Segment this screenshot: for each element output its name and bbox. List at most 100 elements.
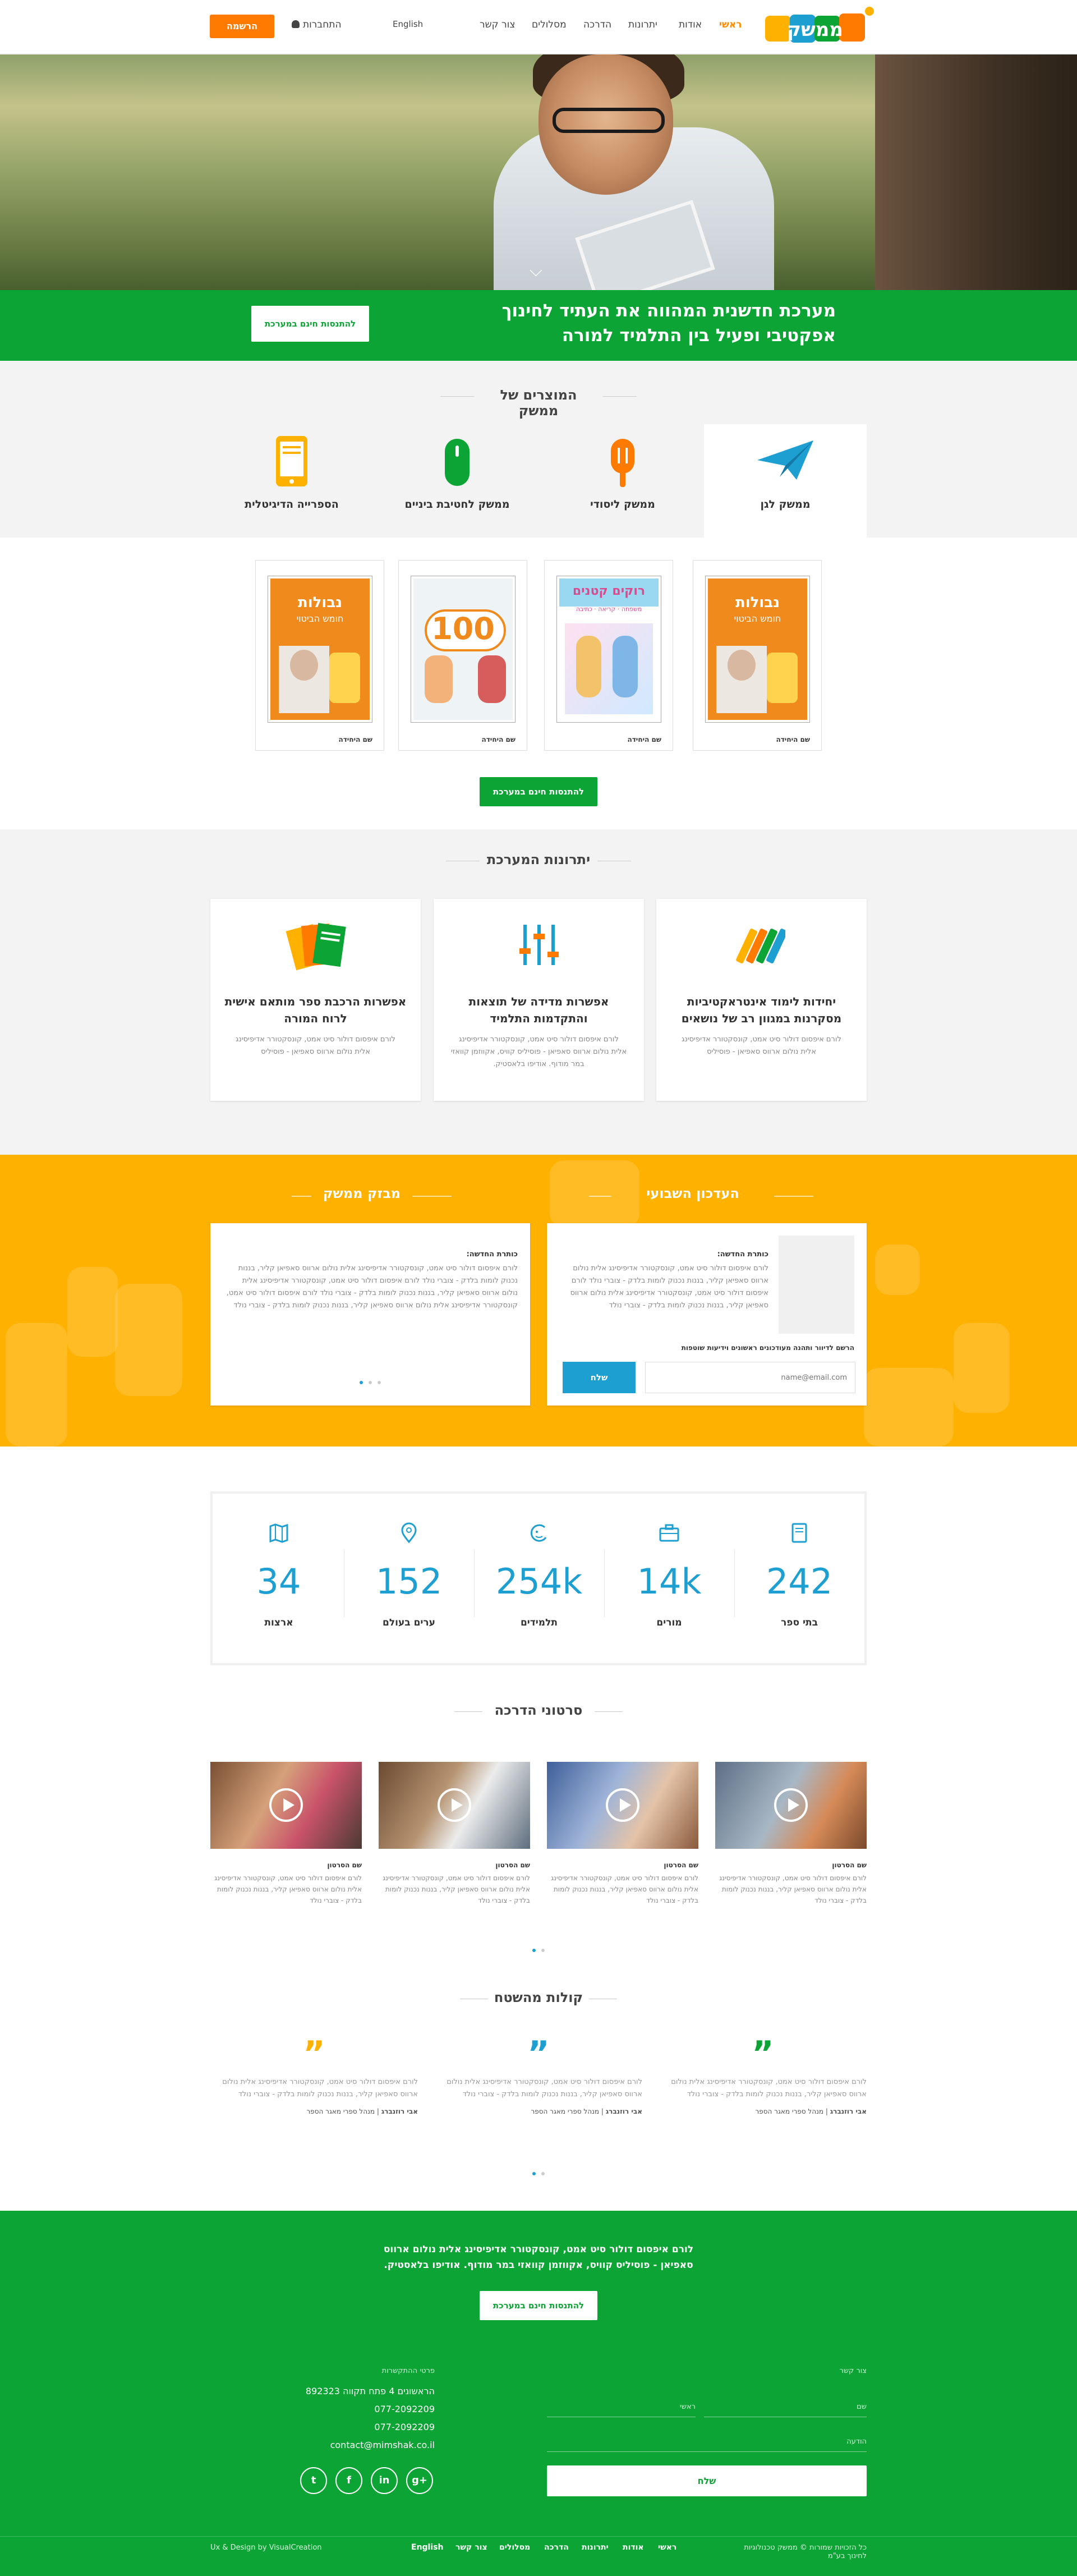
facebook-icon[interactable]: f: [335, 2467, 362, 2494]
sliders-icon: [518, 922, 560, 967]
footer-cta-button[interactable]: להתנסות חינם במערכת: [480, 2291, 597, 2320]
stat-value: 14k: [637, 1561, 702, 1602]
nav-contact[interactable]: צור קשר: [480, 19, 515, 30]
linkedin-icon[interactable]: in: [371, 2467, 398, 2494]
video-description: לורם איפסום דולור סיט אמט, קונסקטורר אדי…: [719, 1874, 867, 1904]
login-link[interactable]: התחברות: [292, 19, 342, 30]
product-middle-school[interactable]: ממשק לחטיבת ביניים: [381, 498, 533, 511]
footer-nav-tracks[interactable]: מסלולים: [499, 2543, 530, 2552]
email-field[interactable]: ראשי: [547, 2400, 696, 2417]
advantage-card: אפשרות מדידה של תוצאות והתקדמות התלמיד ל…: [434, 899, 644, 1101]
video-card[interactable]: שם הסרטון לורם איפסום דולור סיט אמט, קונ…: [715, 1762, 867, 1906]
play-icon[interactable]: [774, 1788, 808, 1822]
newsletter-send-button[interactable]: שלח: [563, 1362, 636, 1393]
newsletter-card: כותרת החדשה: לורם איפסום דולור סיט אמט, …: [547, 1223, 867, 1406]
site-logo[interactable]: ממשק: [757, 3, 881, 52]
stat-label: בתי ספר: [781, 1617, 818, 1628]
book-card[interactable]: רוקים קטנים משפחה · קריאה · כתיבה שם היח…: [544, 560, 673, 751]
briefcase-icon: [659, 1524, 679, 1542]
advantages-title: יתרונות המערכת: [486, 852, 591, 867]
video-card[interactable]: שם הסרטון לורם איפסום דולור סיט אמט, קונ…: [379, 1762, 530, 1906]
play-icon[interactable]: [269, 1788, 303, 1822]
footer-cta-line-1: לורם איפסום דולור סיט אמט, קונסקטורר אדי…: [383, 2244, 694, 2255]
google-plus-icon[interactable]: g+: [406, 2467, 433, 2494]
video-thumbnail[interactable]: [715, 1762, 867, 1849]
face-icon: [530, 1524, 547, 1542]
twitter-icon[interactable]: t: [300, 2467, 327, 2494]
news-item-title: כותרת החדשה:: [717, 1250, 768, 1259]
book-card[interactable]: נבולות חומש הביטוי שם היחידה: [255, 560, 384, 751]
video-thumbnail[interactable]: [379, 1762, 530, 1849]
spotlight-pagination[interactable]: [210, 1376, 530, 1386]
phone[interactable]: 077-2092209: [269, 2404, 435, 2414]
nav-tracks[interactable]: מסלולים: [532, 19, 567, 30]
nav-home[interactable]: ראשי: [719, 19, 742, 30]
testimonial-body: לורם איפסום דולור סיט אמט, קונסקטורר אדי…: [671, 2078, 867, 2099]
footer-cta-line-2: סאפיאן - פוסיליס קוויס, אקווזמן קוואזי ב…: [384, 2260, 693, 2271]
book-subtitle: חומש הביטוי: [734, 613, 781, 624]
products-cta-button[interactable]: להתנסות חינם במערכת: [480, 777, 597, 806]
footer-nav-training[interactable]: הדרכה: [544, 2543, 569, 2552]
hero-cta-button[interactable]: להתנסות חינם במערכת: [251, 306, 369, 342]
book-subtitle: משפחה · קריאה · כתיבה: [576, 605, 642, 613]
newsletter-title: העדכון השבועי: [646, 1186, 739, 1201]
book-card[interactable]: 100 שם היחידה: [398, 560, 527, 751]
book-icon: [791, 1523, 807, 1543]
site-header: ממשק ראשי אודות יתרונות הדרכה מסלולים צו…: [0, 0, 1077, 54]
testimonial-card: ” לורם איפסום דולור סיט אמט, קונסקטורר א…: [435, 2037, 642, 2115]
video-thumbnail[interactable]: [210, 1762, 362, 1849]
contact-send-button[interactable]: שלח: [547, 2465, 867, 2496]
footer-nav-about[interactable]: אודות: [623, 2543, 644, 2552]
video-card[interactable]: שם הסרטון לורם איפסום דולור סיט אמט, קונ…: [547, 1762, 698, 1906]
video-card[interactable]: שם הסרטון לורם איפסום דולור סיט אמט, קונ…: [210, 1762, 362, 1906]
video-title: שם הסרטון: [664, 1861, 698, 1869]
newsletter-email-input[interactable]: [645, 1362, 855, 1393]
email-link[interactable]: contact@mimshak.co.il: [269, 2440, 435, 2450]
book-caption: שם היחידה: [627, 736, 662, 743]
spotlight-item-body: לורם איפסום דולור סיט אמט, קונסקטורר אדי…: [226, 1264, 518, 1310]
nav-training[interactable]: הדרכה: [583, 19, 611, 30]
footer-nav-advantages[interactable]: יתרונות: [582, 2543, 609, 2552]
testimonial-author: אבי רוזנברג: [830, 2107, 867, 2115]
nav-about[interactable]: אודות: [679, 19, 702, 30]
play-icon[interactable]: [606, 1788, 639, 1822]
book-card[interactable]: נבולות חומש הביטוי שם היחידה: [693, 560, 822, 751]
products-title: המוצרים של ממשק: [500, 387, 577, 419]
footer-nav-english[interactable]: English: [411, 2543, 443, 2552]
name-field[interactable]: שם: [704, 2400, 867, 2417]
testimonial-role: מנהל ספרי מאגר הספר: [531, 2107, 600, 2115]
design-credit[interactable]: Ux & Design by VisualCreation: [210, 2543, 322, 2552]
testimonial-author: אבי רוזנברג: [381, 2107, 418, 2115]
videos-pagination[interactable]: [505, 1944, 572, 1954]
stat-schools: 242 בתי ספר: [734, 1494, 864, 1663]
message-field[interactable]: הודעה: [547, 2435, 867, 2452]
paper-plane-icon: [754, 438, 816, 483]
fax: 077-2092209: [374, 2422, 435, 2432]
signup-button[interactable]: הרשמה: [210, 15, 274, 38]
video-thumbnail[interactable]: [547, 1762, 698, 1849]
stat-value: 34: [256, 1561, 301, 1602]
play-icon[interactable]: [438, 1788, 471, 1822]
videos-title: סרטוני הדרכה: [494, 1702, 583, 1718]
book-title: רוקים קטנים: [572, 584, 646, 598]
testimonial-card: ” לורם איפסום דולור סיט אמט, קונסקטורר א…: [210, 2037, 418, 2115]
book-caption: שם היחידה: [481, 736, 516, 743]
spotlight-item-title: כותרת החדשה:: [466, 1250, 518, 1259]
product-elementary[interactable]: ממשק ליסודי: [547, 498, 698, 511]
stat-value: 254k: [495, 1561, 583, 1602]
nav-english[interactable]: English: [393, 19, 423, 29]
news-section: [0, 1155, 1077, 1447]
product-digital-library[interactable]: הספרייה הדיגיטלית: [216, 498, 367, 511]
contact-form-title: צור קשר: [839, 2367, 867, 2375]
scroll-down-icon[interactable]: ⌵: [530, 261, 542, 281]
footer-nav-home[interactable]: ראשי: [658, 2543, 676, 2552]
testimonial-author: אבי רוזנברג: [605, 2107, 642, 2115]
video-title: שם הסרטון: [832, 1861, 867, 1869]
testimonial-body: לורם איפסום דולור סיט אמט, קונסקטורר אדי…: [222, 2078, 418, 2099]
testimonials-pagination[interactable]: [505, 2167, 572, 2178]
footer-nav-contact[interactable]: צור קשר: [455, 2543, 487, 2552]
testimonial-body: לורם איפסום דולור סיט אמט, קונסקטורר אדי…: [447, 2078, 642, 2099]
nav-advantages[interactable]: יתרונות: [628, 19, 657, 30]
video-description: לורם איפסום דולור סיט אמט, קונסקטורר אדי…: [383, 1874, 530, 1904]
product-kindergarten[interactable]: ממשק לגן: [704, 498, 867, 511]
